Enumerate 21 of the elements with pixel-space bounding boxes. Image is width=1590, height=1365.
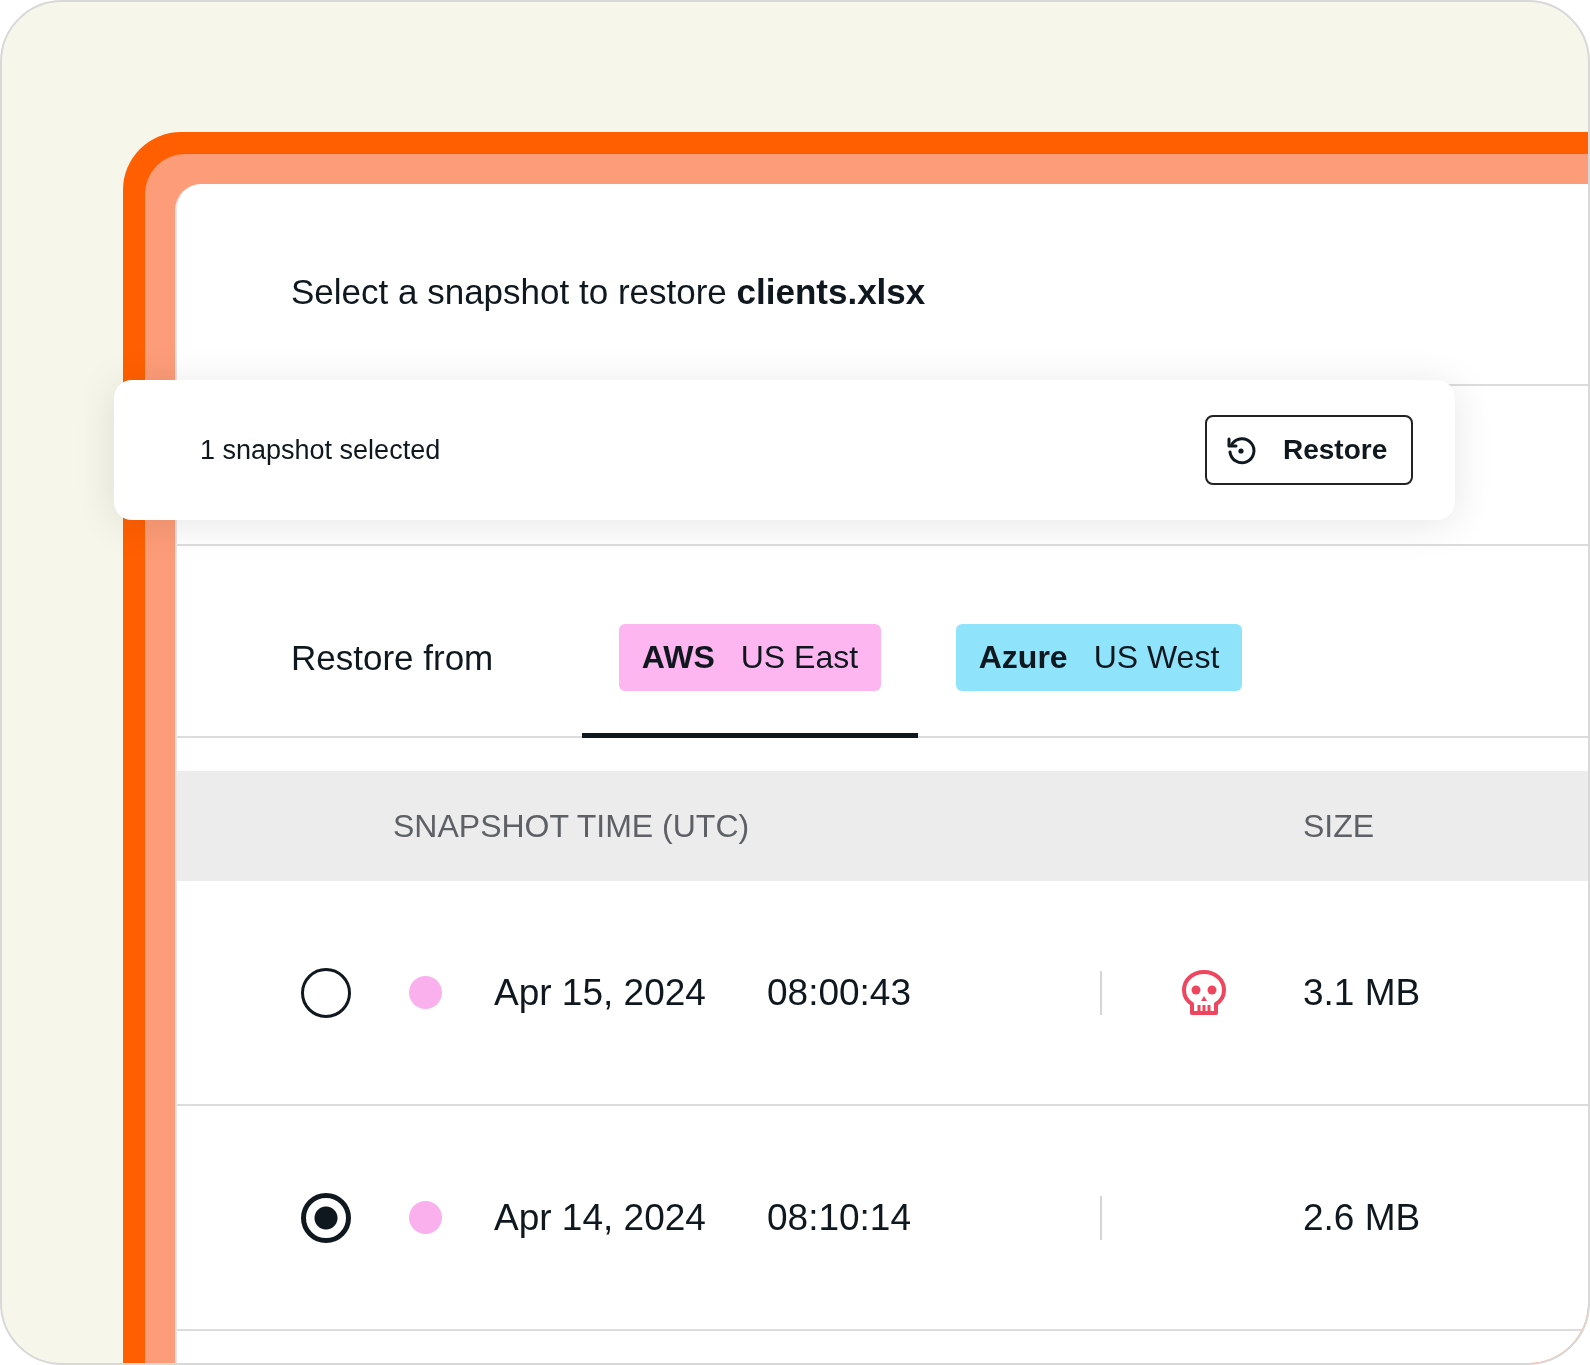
table-row[interactable]: Apr 14, 2024 08:10:14 2.6 MB [177,1106,1588,1331]
table-row[interactable]: Apr 15, 2024 08:00:43 3.1 MB [177,881,1588,1106]
selection-count: 1 snapshot selected [200,434,441,466]
restore-button[interactable]: Restore [1205,415,1413,485]
restore-from-label: Restore from [291,638,495,678]
snapshot-size: 3.1 MB [1303,971,1421,1014]
dialog-title: Select a snapshot to restore clients.xlsx [291,272,926,312]
snapshot-date: Apr 15, 2024 [494,971,707,1014]
snapshot-time: 08:10:14 [767,1196,913,1239]
source-badge: AWS US East [618,624,882,691]
source-badge: Azure US West [955,624,1243,691]
source-tab[interactable]: Azure US West [931,546,1267,738]
radio-button[interactable] [301,1192,351,1243]
snapshot-size: 2.6 MB [1303,1196,1421,1239]
snapshot-time: 08:00:43 [767,971,913,1014]
column-header: SNAPSHOT TIME (UTC) [393,807,751,845]
column-header: SIZE [1303,807,1375,845]
source-tab[interactable]: AWS US East [582,546,918,738]
radio-button[interactable] [301,967,351,1018]
restore-icon [1225,434,1257,466]
snapshot-date: Apr 14, 2024 [494,1196,707,1239]
